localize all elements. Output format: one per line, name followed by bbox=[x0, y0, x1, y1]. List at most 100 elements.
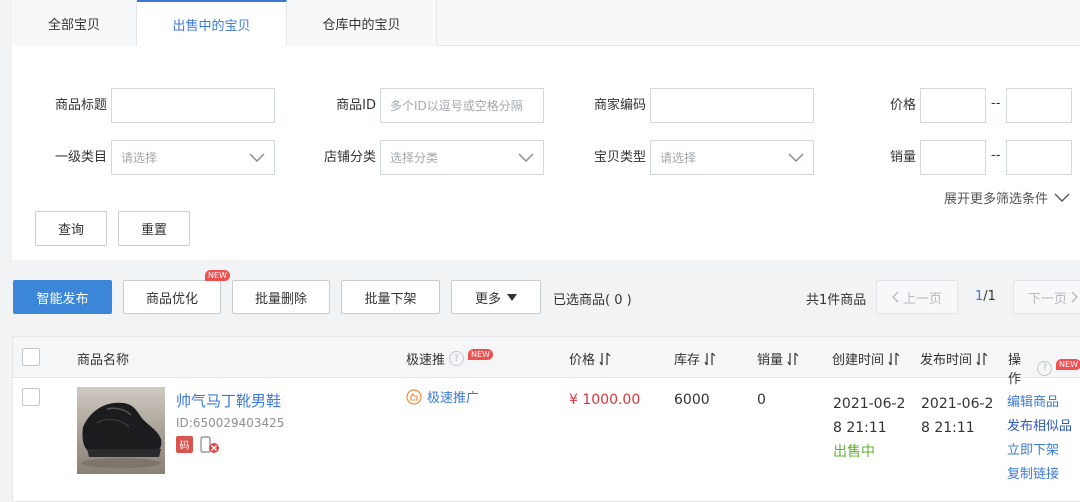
sort-icon bbox=[976, 352, 988, 365]
id-label: 商品ID bbox=[336, 98, 376, 113]
selected-count: 已选商品( 0 ) bbox=[553, 293, 632, 308]
tab-bar: 全部宝贝 出售中的宝贝 仓库中的宝贝 bbox=[12, 0, 1080, 46]
sales-max-input[interactable] bbox=[1006, 140, 1072, 175]
shop-category-select[interactable]: 选择分类 bbox=[380, 140, 544, 175]
header-stock[interactable]: 库存 bbox=[674, 349, 716, 368]
sales-min-input[interactable] bbox=[920, 140, 986, 175]
header-price[interactable]: 价格 bbox=[569, 349, 611, 368]
header-price-label: 价格 bbox=[569, 353, 596, 368]
page-total: /1 bbox=[983, 289, 996, 304]
promo-hand-icon bbox=[406, 388, 422, 405]
shop-category-label: 店铺分类 bbox=[323, 150, 376, 165]
prev-page-button[interactable]: 上一页 bbox=[876, 280, 958, 314]
expand-more-filters[interactable]: 展开更多筛选条件 bbox=[944, 188, 1070, 207]
header-published[interactable]: 发布时间 bbox=[920, 349, 988, 368]
sort-icon bbox=[888, 352, 900, 365]
next-page-label: 下一页 bbox=[1027, 291, 1067, 307]
merchant-code-input[interactable] bbox=[650, 88, 814, 123]
more-button-label: 更多 bbox=[474, 291, 501, 307]
more-button[interactable]: 更多 bbox=[451, 280, 541, 314]
header-created[interactable]: 创建时间 bbox=[832, 349, 900, 368]
new-badge: NEW bbox=[468, 349, 493, 360]
product-sales: 0 bbox=[757, 392, 766, 408]
id-input[interactable] bbox=[380, 88, 544, 123]
filter-panel: 商品标题 商品ID 商家编码 价格 -- 一级类目 请选择 店铺分类 选择分类 … bbox=[12, 46, 1080, 260]
product-thumbnail[interactable] bbox=[77, 387, 165, 474]
row-checkbox[interactable] bbox=[22, 388, 40, 406]
header-promo: 极速推 ? NEW bbox=[406, 349, 493, 368]
tab-warehouse[interactable]: 仓库中的宝贝 bbox=[287, 0, 437, 46]
chevron-down-icon bbox=[249, 153, 265, 162]
category-select[interactable]: 请选择 bbox=[111, 140, 275, 175]
expand-more-filters-label: 展开更多筛选条件 bbox=[943, 192, 1048, 207]
edit-product-link[interactable]: 编辑商品 bbox=[1007, 391, 1059, 410]
code-tag-icon[interactable]: 码 bbox=[176, 436, 193, 453]
sort-icon bbox=[787, 352, 799, 365]
price-label: 价格 bbox=[889, 98, 916, 113]
optimize-button[interactable]: 商品优化 bbox=[123, 280, 221, 314]
created-time: 2021-06-2 8 21:11 出售中 bbox=[833, 392, 905, 464]
product-id: ID:650029403425 bbox=[176, 416, 285, 430]
table-header: 商品名称 极速推 ? NEW 价格 库存 销量 创建时间 发布时间 操作 ? N… bbox=[13, 337, 1080, 387]
action-toolbar: 智能发布 商品优化 NEW 批量删除 批量下架 更多 已选商品( 0 ) 共1件… bbox=[0, 260, 1080, 336]
price-range-sep: -- bbox=[991, 96, 1001, 111]
sort-icon bbox=[599, 352, 611, 365]
published-time-line2: 8 21:11 bbox=[921, 420, 975, 436]
chevron-left-icon bbox=[892, 291, 899, 303]
header-ops-label: 操作 bbox=[1008, 353, 1022, 387]
page-indicator: 1/1 bbox=[975, 289, 996, 304]
product-title-link[interactable]: 帅气马丁靴男鞋 bbox=[176, 390, 281, 411]
batch-delete-button[interactable]: 批量删除 bbox=[232, 280, 330, 314]
caret-down-icon bbox=[507, 293, 517, 301]
quick-promote-link[interactable]: 极速推广 bbox=[406, 387, 479, 406]
header-sales[interactable]: 销量 bbox=[757, 349, 799, 368]
tab-on-sale[interactable]: 出售中的宝贝 bbox=[137, 0, 287, 46]
header-name-label: 商品名称 bbox=[77, 353, 130, 368]
product-price: ¥ 1000.00 bbox=[569, 392, 641, 408]
header-created-label: 创建时间 bbox=[832, 353, 885, 368]
question-circle-icon[interactable]: ? bbox=[1037, 360, 1053, 376]
query-button[interactable]: 查询 bbox=[35, 211, 107, 246]
next-page-button[interactable]: 下一页 bbox=[1013, 280, 1080, 314]
tab-all-items[interactable]: 全部宝贝 bbox=[12, 0, 137, 46]
code-label: 商家编码 bbox=[593, 98, 646, 113]
title-label: 商品标题 bbox=[54, 98, 107, 113]
chevron-right-icon bbox=[1071, 291, 1078, 303]
question-circle-icon[interactable]: ? bbox=[449, 351, 465, 366]
shop-category-select-value: 选择分类 bbox=[390, 151, 439, 165]
batch-offline-button[interactable]: 批量下架 bbox=[341, 280, 440, 314]
header-published-label: 发布时间 bbox=[920, 353, 973, 368]
published-time: 2021-06-2 8 21:11 bbox=[921, 392, 993, 440]
header-ops: 操作 ? NEW bbox=[1008, 349, 1080, 387]
header-sales-label: 销量 bbox=[757, 353, 784, 368]
category-label: 一级类目 bbox=[54, 150, 107, 165]
smart-publish-button[interactable]: 智能发布 bbox=[13, 280, 112, 314]
header-name: 商品名称 bbox=[77, 349, 129, 368]
reset-button[interactable]: 重置 bbox=[118, 211, 190, 246]
published-time-line1: 2021-06-2 bbox=[921, 396, 994, 412]
chevron-down-icon bbox=[1054, 193, 1070, 202]
copy-link-link[interactable]: 复制链接 bbox=[1007, 463, 1059, 482]
item-type-select-value: 请选择 bbox=[660, 151, 697, 165]
price-max-input[interactable] bbox=[1006, 88, 1072, 123]
mobile-disabled-icon[interactable] bbox=[200, 436, 222, 454]
item-type-label: 宝贝类型 bbox=[593, 150, 646, 165]
title-input[interactable] bbox=[111, 88, 275, 123]
product-table: 商品名称 极速推 ? NEW 价格 库存 销量 创建时间 发布时间 操作 ? N… bbox=[12, 336, 1080, 502]
shoe-image bbox=[81, 402, 162, 468]
sales-label: 销量 bbox=[889, 150, 916, 165]
price-min-input[interactable] bbox=[920, 88, 986, 123]
total-count: 共1件商品 bbox=[806, 293, 867, 308]
take-offline-link[interactable]: 立即下架 bbox=[1007, 439, 1059, 458]
sort-icon bbox=[704, 352, 716, 365]
select-all-checkbox[interactable] bbox=[22, 348, 40, 366]
quick-promote-label: 极速推广 bbox=[427, 391, 480, 406]
created-time-line2: 8 21:11 bbox=[833, 420, 887, 436]
item-type-select[interactable]: 请选择 bbox=[650, 140, 814, 175]
product-stock: 6000 bbox=[674, 392, 710, 408]
chevron-down-icon bbox=[788, 153, 804, 162]
chevron-down-icon bbox=[518, 153, 534, 162]
new-badge: NEW bbox=[1056, 358, 1080, 370]
publish-similar-link[interactable]: 发布相似品 bbox=[1007, 415, 1072, 434]
header-stock-label: 库存 bbox=[674, 353, 701, 368]
